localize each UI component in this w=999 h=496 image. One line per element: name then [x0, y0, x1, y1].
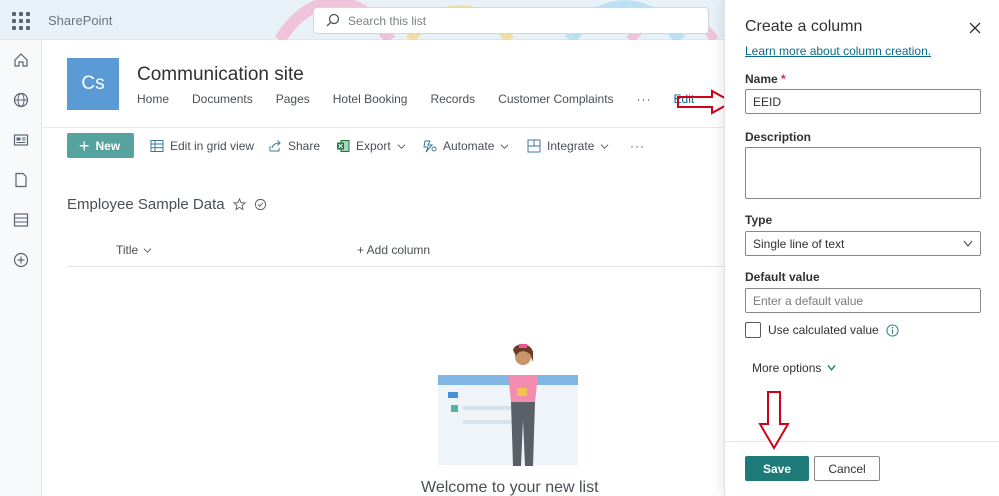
integrate-label: Integrate — [547, 139, 595, 153]
nav-more-icon[interactable]: ··· — [637, 92, 652, 106]
nav-item-documents[interactable]: Documents — [192, 92, 253, 106]
automate-label: Automate — [443, 139, 495, 153]
document-icon[interactable] — [13, 172, 29, 188]
automate-icon — [423, 140, 437, 153]
check-circle-icon[interactable] — [254, 198, 267, 211]
list-title-text: Employee Sample Data — [67, 196, 225, 213]
description-textarea[interactable] — [745, 147, 981, 199]
share-button[interactable]: Share — [268, 139, 320, 153]
excel-icon — [337, 140, 350, 152]
new-button-label: New — [95, 138, 121, 153]
empty-list-illustration — [438, 344, 578, 466]
list-icon[interactable] — [13, 212, 29, 228]
chevron-down-icon — [827, 364, 837, 371]
chevron-down-icon — [143, 247, 152, 253]
required-marker: * — [781, 72, 786, 86]
more-options-toggle[interactable]: More options — [752, 361, 837, 375]
integrate-button[interactable]: Integrate — [527, 139, 609, 153]
welcome-message: Welcome to your new list — [421, 479, 599, 496]
chevron-down-icon — [963, 240, 973, 247]
name-label-text: Name — [745, 72, 778, 86]
site-navigation: Home Documents Pages Hotel Booking Recor… — [137, 92, 717, 106]
app-launcher-icon[interactable] — [12, 12, 30, 30]
export-label: Export — [356, 139, 391, 153]
edit-grid-view-label: Edit in grid view — [170, 139, 255, 153]
type-select[interactable]: Single line of text — [745, 231, 981, 256]
panel-title: Create a column — [745, 18, 863, 35]
add-column-button[interactable]: + Add column — [357, 243, 430, 257]
search-box[interactable]: Search this list — [313, 7, 709, 34]
info-icon[interactable] — [886, 323, 899, 337]
edit-grid-view-button[interactable]: Edit in grid view — [150, 139, 254, 153]
nav-item-records[interactable]: Records — [430, 92, 475, 106]
news-icon[interactable] — [13, 132, 29, 148]
type-label: Type — [745, 213, 773, 227]
site-title[interactable]: Communication site — [137, 64, 304, 86]
star-icon[interactable] — [232, 198, 246, 211]
use-calculated-value-checkbox[interactable] — [745, 322, 761, 338]
nav-item-pages[interactable]: Pages — [276, 92, 310, 106]
globe-icon[interactable] — [13, 92, 29, 108]
column-title-label: Title — [116, 243, 139, 257]
share-label: Share — [288, 139, 321, 153]
learn-more-link[interactable]: Learn more about column creation. — [745, 44, 931, 58]
default-value-label: Default value — [745, 270, 820, 284]
search-input[interactable]: Search this list — [348, 14, 426, 28]
chevron-down-icon — [600, 143, 609, 149]
list-title: Employee Sample Data — [67, 196, 267, 213]
home-icon[interactable] — [13, 52, 29, 68]
type-select-value: Single line of text — [753, 237, 845, 251]
more-options-label: More options — [752, 361, 822, 375]
use-calculated-value-label: Use calculated value — [768, 323, 879, 337]
automate-button[interactable]: Automate — [423, 139, 509, 153]
integrate-icon — [527, 139, 541, 153]
export-button[interactable]: Export — [336, 139, 406, 153]
left-rail — [0, 40, 42, 496]
description-label: Description — [745, 130, 812, 144]
nav-item-hotel-booking[interactable]: Hotel Booking — [333, 92, 408, 106]
default-value-input[interactable]: Enter a default value — [745, 288, 981, 313]
add-circle-icon[interactable] — [13, 252, 29, 268]
plus-icon: + — [79, 135, 90, 156]
more-commands-icon[interactable]: ··· — [630, 139, 645, 153]
use-calculated-value-row: Use calculated value — [745, 322, 899, 338]
cancel-button[interactable]: Cancel — [814, 456, 880, 481]
search-icon — [326, 13, 340, 27]
grid-icon — [150, 140, 164, 152]
nav-item-customer-complaints[interactable]: Customer Complaints — [498, 92, 613, 106]
share-icon — [269, 140, 281, 152]
site-logo[interactable]: Cs — [67, 58, 119, 110]
close-icon[interactable] — [968, 21, 982, 35]
save-button[interactable]: Save — [745, 456, 809, 481]
chevron-down-icon — [500, 143, 509, 149]
chevron-down-icon — [397, 143, 406, 149]
name-label: Name * — [745, 72, 786, 86]
name-input[interactable]: EEID — [745, 89, 981, 114]
new-button[interactable]: + New — [67, 133, 134, 158]
app-name[interactable]: SharePoint — [48, 13, 112, 28]
column-header-title[interactable]: Title — [116, 243, 152, 257]
annotation-arrow-down-icon — [758, 391, 790, 450]
nav-item-home[interactable]: Home — [137, 92, 169, 106]
